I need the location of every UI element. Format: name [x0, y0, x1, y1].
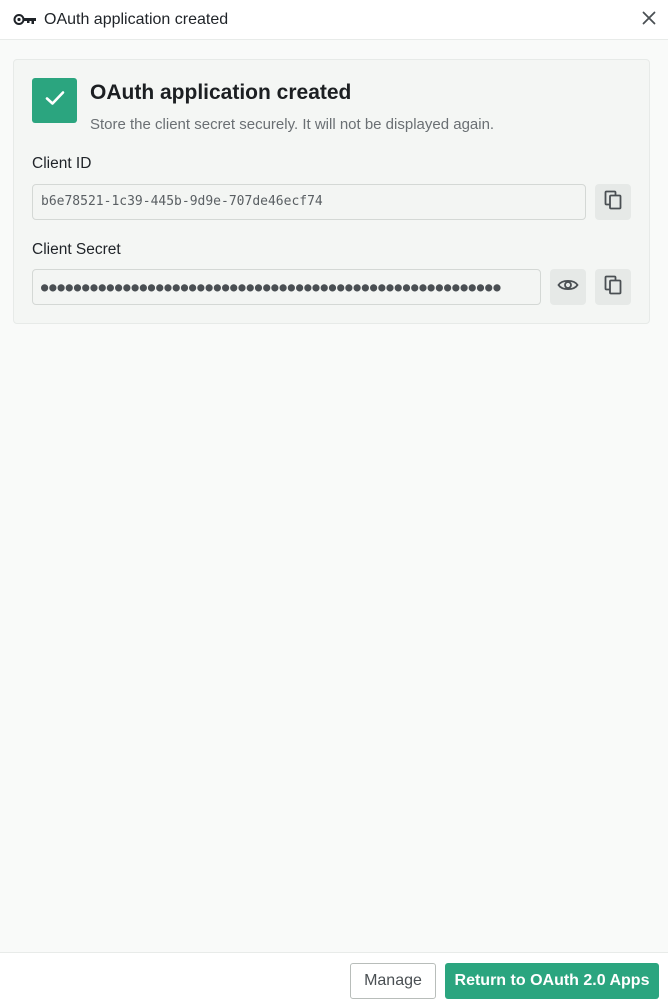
- copy-icon: [604, 190, 622, 215]
- client-secret-field[interactable]: ●●●●●●●●●●●●●●●●●●●●●●●●●●●●●●●●●●●●●●●●…: [32, 269, 541, 305]
- dialog-footer: Manage Return to OAuth 2.0 Apps: [0, 952, 668, 1002]
- eye-icon: [557, 278, 579, 297]
- client-id-field[interactable]: b6e78521-1c39-445b-9d9e-707de46ecf74: [32, 184, 586, 220]
- credentials-card: OAuth application created Store the clie…: [13, 59, 650, 324]
- copy-client-id-button[interactable]: [595, 184, 631, 220]
- key-icon: [13, 13, 37, 26]
- client-secret-label: Client Secret: [32, 241, 121, 258]
- client-id-label: Client ID: [32, 155, 92, 172]
- return-to-apps-button[interactable]: Return to OAuth 2.0 Apps: [445, 963, 659, 999]
- close-icon: [642, 11, 656, 30]
- card-title: OAuth application created: [90, 81, 352, 104]
- close-button[interactable]: [638, 9, 660, 31]
- success-badge: [32, 78, 77, 123]
- reveal-secret-button[interactable]: [550, 269, 586, 305]
- copy-icon: [604, 275, 622, 300]
- oauth-created-dialog: OAuth application created OAuth applicat…: [0, 0, 668, 1002]
- copy-client-secret-button[interactable]: [595, 269, 631, 305]
- manage-button[interactable]: Manage: [350, 963, 436, 999]
- check-icon: [45, 90, 65, 111]
- title-bar: OAuth application created: [0, 0, 668, 40]
- card-subtitle: Store the client secret securely. It wil…: [90, 116, 495, 133]
- window-title: OAuth application created: [44, 11, 229, 28]
